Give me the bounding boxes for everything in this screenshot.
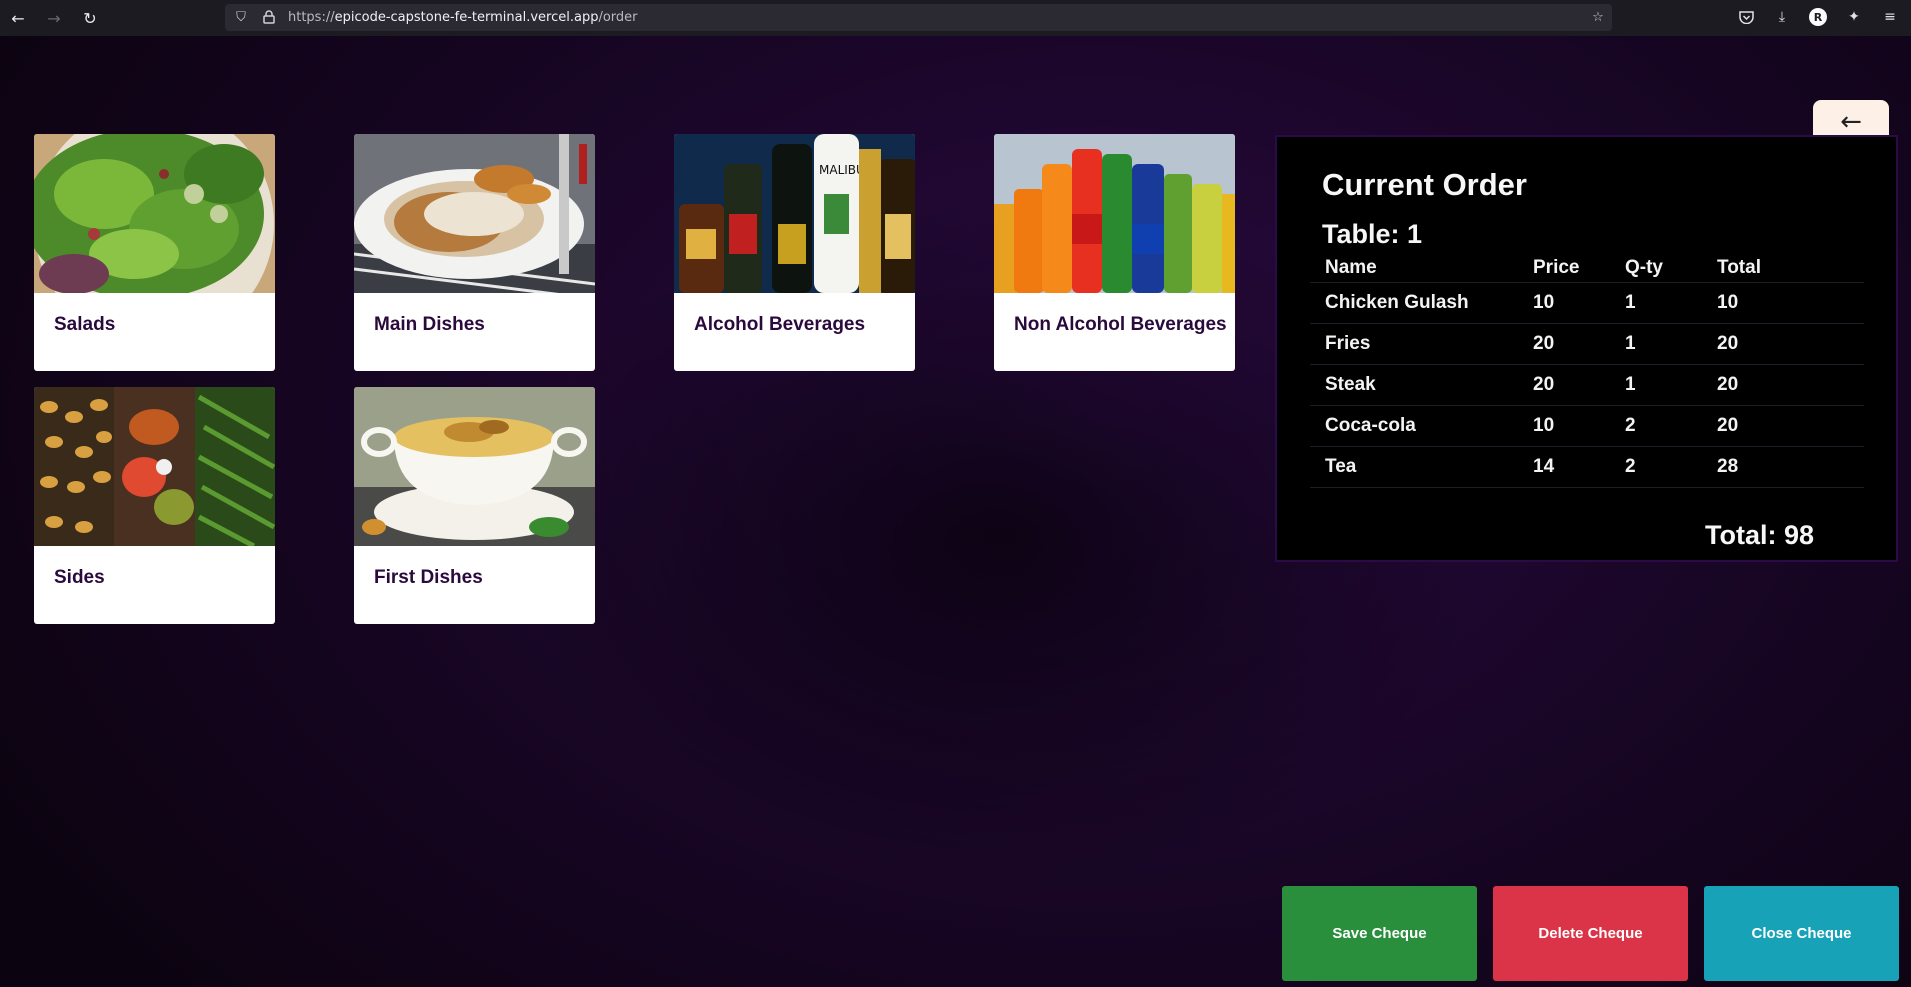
profile-initial: R bbox=[1809, 8, 1827, 26]
item-price: 14 bbox=[1533, 456, 1555, 477]
reload-icon[interactable]: ↻ bbox=[78, 6, 102, 30]
column-header-total: Total bbox=[1717, 257, 1761, 278]
pocket-icon[interactable] bbox=[1736, 7, 1756, 27]
category-card-salads[interactable]: Salads bbox=[34, 134, 275, 371]
main-dish-image bbox=[354, 134, 595, 293]
close-cheque-button[interactable]: Close Cheque bbox=[1704, 886, 1899, 981]
table-row[interactable]: Fries 20 1 20 bbox=[1310, 324, 1864, 365]
table-row[interactable]: Steak 20 1 20 bbox=[1310, 365, 1864, 406]
item-name: Coca-cola bbox=[1325, 415, 1416, 436]
category-label: Salads bbox=[54, 314, 116, 335]
item-total: 20 bbox=[1717, 415, 1739, 436]
browser-toolbar: ← → ↻ ⛉ https://epicode-capstone-fe-term… bbox=[0, 0, 1911, 36]
item-total: 20 bbox=[1717, 333, 1739, 354]
category-label: Non Alcohol Beverages bbox=[1014, 314, 1227, 335]
item-total: 28 bbox=[1717, 456, 1739, 477]
category-card-main-dishes[interactable]: Main Dishes bbox=[354, 134, 595, 371]
item-qty: 2 bbox=[1625, 415, 1636, 436]
category-card-sides[interactable]: Sides bbox=[34, 387, 275, 624]
column-header-name: Name bbox=[1325, 257, 1377, 278]
download-icon[interactable]: ⤓ bbox=[1772, 7, 1792, 27]
soda-bottles-image bbox=[994, 134, 1235, 293]
delete-cheque-button[interactable]: Delete Cheque bbox=[1493, 886, 1688, 981]
bookmark-star-icon[interactable]: ☆ bbox=[1590, 9, 1606, 25]
order-page: ← Salads Main Dishes MALIBU Alcohol Beve… bbox=[0, 36, 1911, 987]
item-name: Tea bbox=[1325, 456, 1357, 477]
category-label: First Dishes bbox=[374, 567, 483, 588]
svg-text:MALIBU: MALIBU bbox=[819, 163, 865, 177]
sides-image bbox=[34, 387, 275, 546]
category-card-first-dishes[interactable]: First Dishes bbox=[354, 387, 595, 624]
item-name: Chicken Gulash bbox=[1325, 292, 1469, 313]
shield-icon[interactable]: ⛉ bbox=[233, 9, 249, 25]
extensions-icon[interactable]: ✦ bbox=[1844, 7, 1864, 27]
menu-icon[interactable]: ≡ bbox=[1880, 7, 1900, 27]
order-grand-total: Total: 98 bbox=[1705, 520, 1815, 550]
soup-image bbox=[354, 387, 595, 546]
item-total: 20 bbox=[1717, 374, 1739, 395]
item-name: Fries bbox=[1325, 333, 1371, 354]
item-total: 10 bbox=[1717, 292, 1739, 313]
table-row[interactable]: Coca-cola 10 2 20 bbox=[1310, 406, 1864, 447]
item-price: 10 bbox=[1533, 415, 1555, 436]
item-price: 20 bbox=[1533, 333, 1555, 354]
forward-arrow-icon: → bbox=[47, 8, 61, 28]
item-qty: 1 bbox=[1625, 292, 1636, 313]
category-label: Alcohol Beverages bbox=[694, 314, 866, 335]
left-arrow-icon: ← bbox=[1840, 107, 1862, 137]
back-arrow-icon[interactable]: ← bbox=[6, 6, 30, 30]
address-bar[interactable]: ⛉ https://epicode-capstone-fe-terminal.v… bbox=[225, 4, 1612, 31]
url-text[interactable]: https://epicode-capstone-fe-terminal.ver… bbox=[288, 10, 638, 25]
category-card-alcohol-beverages[interactable]: MALIBU Alcohol Beverages bbox=[674, 134, 915, 371]
column-header-price: Price bbox=[1533, 257, 1580, 278]
table-number: Table: 1 bbox=[1322, 219, 1423, 249]
save-cheque-button[interactable]: Save Cheque bbox=[1282, 886, 1477, 981]
item-price: 10 bbox=[1533, 292, 1555, 313]
item-qty: 2 bbox=[1625, 456, 1636, 477]
current-order-panel: Current Order Table: 1 Name Price Q-ty T… bbox=[1275, 135, 1898, 562]
salad-image bbox=[34, 134, 275, 293]
category-card-non-alcohol-beverages[interactable]: Non Alcohol Beverages bbox=[994, 134, 1235, 371]
lock-icon[interactable] bbox=[261, 9, 277, 25]
table-header: Name Price Q-ty Total bbox=[1310, 257, 1864, 283]
profile-avatar[interactable]: R bbox=[1808, 7, 1828, 27]
order-items-table: Name Price Q-ty Total Chicken Gulash 10 … bbox=[1310, 257, 1864, 488]
alcohol-bottles-image: MALIBU bbox=[674, 134, 915, 293]
item-name: Steak bbox=[1325, 374, 1376, 395]
category-label: Main Dishes bbox=[374, 314, 485, 335]
item-qty: 1 bbox=[1625, 333, 1636, 354]
table-row[interactable]: Tea 14 2 28 bbox=[1310, 447, 1864, 488]
item-qty: 1 bbox=[1625, 374, 1636, 395]
item-price: 20 bbox=[1533, 374, 1555, 395]
column-header-qty: Q-ty bbox=[1625, 257, 1663, 278]
category-label: Sides bbox=[54, 567, 105, 588]
order-title: Current Order bbox=[1322, 167, 1527, 202]
table-row[interactable]: Chicken Gulash 10 1 10 bbox=[1310, 283, 1864, 324]
